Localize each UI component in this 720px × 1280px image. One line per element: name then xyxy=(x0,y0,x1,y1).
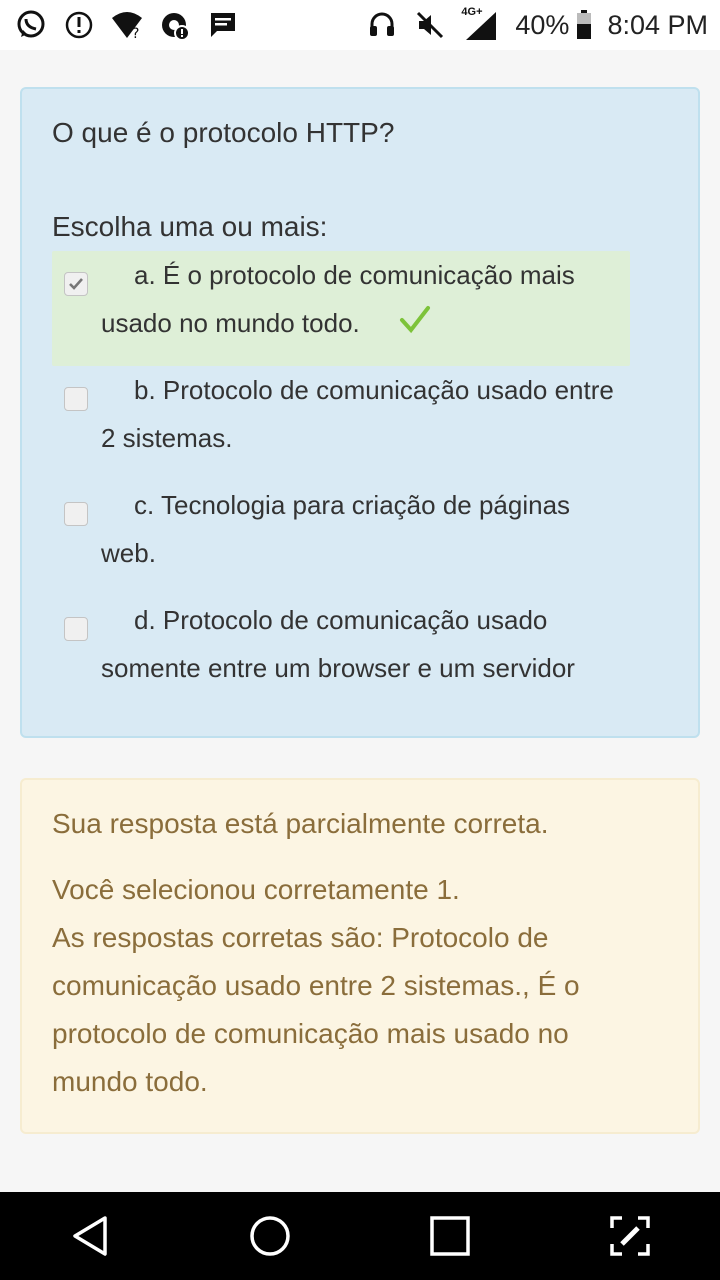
battery-icon xyxy=(575,8,593,42)
svg-text:?: ? xyxy=(132,26,139,40)
recents-icon[interactable] xyxy=(420,1206,480,1266)
question-title: O que é o protocolo HTTP? xyxy=(52,117,395,148)
clock: 8:04 PM xyxy=(607,9,708,40)
feedback-correct-answers: As respostas corretas são: Protocolo de … xyxy=(52,922,580,1097)
feedback-body: Você selecionou corretamente 1. As respo… xyxy=(52,866,632,1106)
battery-status: 40% xyxy=(515,8,593,42)
correct-tick-icon xyxy=(366,301,431,349)
option-b-text: b. Protocolo de comunicação usado entre … xyxy=(101,375,614,453)
option-d-text: d. Protocolo de comunicação usado soment… xyxy=(101,605,575,683)
option-c[interactable]: c. Tecnologia para criação de páginas we… xyxy=(52,481,630,596)
option-a[interactable]: a. É o protocolo de comunicação mais usa… xyxy=(52,251,630,366)
option-a-text: a. É o protocolo de comunicação mais usa… xyxy=(101,251,631,349)
back-icon[interactable] xyxy=(60,1206,120,1266)
navigation-bar xyxy=(0,1192,720,1280)
option-c-checkbox[interactable] xyxy=(64,502,88,526)
feedback-status: Sua resposta está parcialmente correta. xyxy=(52,808,549,839)
mute-icon xyxy=(413,8,447,42)
question-card: O que é o protocolo HTTP? Escolha uma ou… xyxy=(20,87,700,738)
home-icon[interactable] xyxy=(240,1206,300,1266)
checkmark-icon xyxy=(69,278,83,290)
headset-icon xyxy=(365,8,399,42)
option-d-checkbox[interactable] xyxy=(64,617,88,641)
battery-percent: 40% xyxy=(515,9,570,40)
option-c-text: c. Tecnologia para criação de páginas we… xyxy=(101,490,571,568)
feedback-selected: Você selecionou corretamente 1. xyxy=(52,874,460,905)
fullscreen-icon[interactable] xyxy=(600,1206,660,1266)
option-d[interactable]: d. Protocolo de comunicação usado soment… xyxy=(52,596,630,711)
alert-icon xyxy=(62,8,96,42)
message-icon xyxy=(206,8,240,42)
feedback-card: Sua resposta está parcialmente correta. … xyxy=(20,778,700,1134)
option-a-checkbox[interactable] xyxy=(64,272,88,296)
option-b-checkbox[interactable] xyxy=(64,387,88,411)
network-type-label: 4G+ xyxy=(461,6,483,18)
whatsapp-icon xyxy=(14,8,48,42)
option-b[interactable]: b. Protocolo de comunicação usado entre … xyxy=(52,366,630,481)
data-saver-icon xyxy=(158,8,192,42)
wifi-question-icon: ? xyxy=(110,8,144,42)
question-prompt: Escolha uma ou mais: xyxy=(52,211,328,242)
status-bar: ? 4G+ 40% 8:04 PM xyxy=(0,0,720,50)
option-a-label: a. É o protocolo de comunicação mais usa… xyxy=(101,260,575,338)
signal-icon: 4G+ xyxy=(461,6,501,42)
